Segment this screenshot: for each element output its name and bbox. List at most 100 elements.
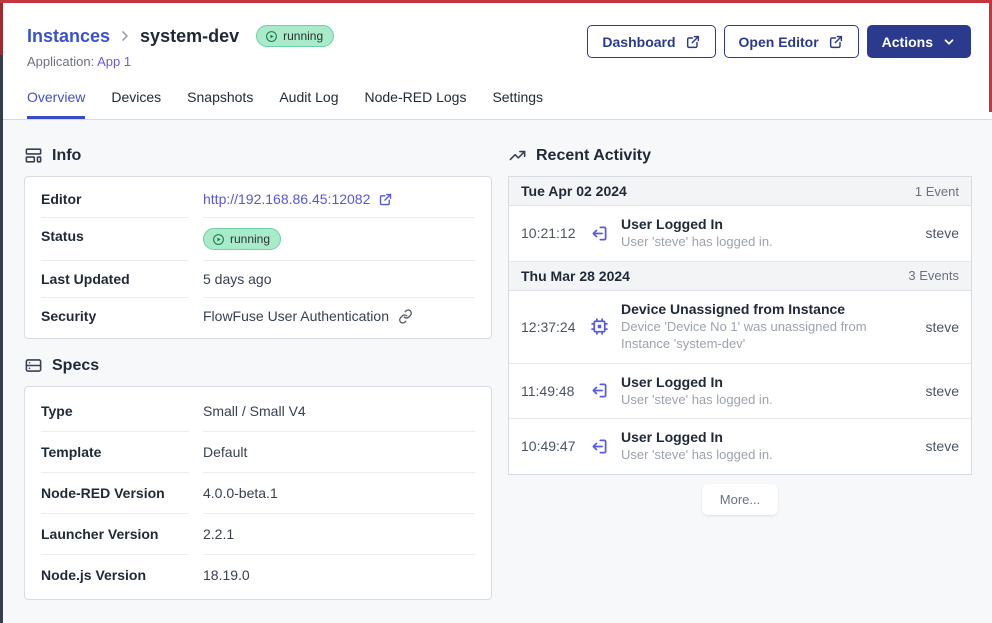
event-description: User 'steve' has logged in. <box>621 391 909 409</box>
tab-overview[interactable]: Overview <box>27 89 85 119</box>
status-badge: running <box>203 228 281 250</box>
open-editor-button-label: Open Editor <box>739 34 819 50</box>
external-link-icon <box>685 34 701 50</box>
actions-button-label: Actions <box>882 34 933 50</box>
login-icon <box>589 380 610 401</box>
specs-row-launcher-version: Launcher Version 2.2.1 <box>41 514 475 555</box>
specs-row-label: Template <box>41 432 189 473</box>
info-row-label: Status <box>41 218 189 261</box>
specs-row-template: Template Default <box>41 432 475 473</box>
status-badge-label: running <box>283 29 323 43</box>
activity-section-heading: Recent Activity <box>508 146 972 165</box>
last-updated-value: 5 days ago <box>203 271 272 287</box>
activity-date-header: Thu Mar 28 2024 3 Events <box>509 262 971 291</box>
tab-audit-log[interactable]: Audit Log <box>279 89 338 119</box>
event-title: User Logged In <box>621 429 909 445</box>
activity-panel: Tue Apr 02 2024 1 Event 10:21:12 User Lo… <box>508 176 972 475</box>
link-chain-icon <box>398 309 413 324</box>
specs-section-heading: Specs <box>24 356 492 375</box>
tab-devices[interactable]: Devices <box>111 89 161 119</box>
specs-row-label: Launcher Version <box>41 514 189 555</box>
event-title: User Logged In <box>621 216 909 232</box>
chevron-right-icon <box>117 28 133 44</box>
activity-event-count: 3 Events <box>908 268 959 283</box>
activity-event: 10:49:47 User Logged In User 'steve' has… <box>509 419 971 474</box>
screen-border-top <box>0 0 992 3</box>
login-icon <box>589 223 610 244</box>
event-time: 12:37:24 <box>521 319 578 335</box>
overview-content: Info Editor http://192.168.86.45:12082 <box>0 120 992 623</box>
activity-event: 10:21:12 User Logged In User 'steve' has… <box>509 206 971 262</box>
status-badge-label: running <box>230 232 270 246</box>
chip-icon <box>589 316 610 337</box>
info-section-heading: Info <box>24 146 492 165</box>
security-value: FlowFuse User Authentication <box>203 308 389 324</box>
specs-row-label: Node.js Version <box>41 555 189 595</box>
trending-up-icon <box>508 146 527 165</box>
info-row-security: Security FlowFuse User Authentication <box>41 298 475 334</box>
activity-date: Tue Apr 02 2024 <box>521 183 627 199</box>
application-link[interactable]: App 1 <box>97 54 131 69</box>
info-icon <box>24 146 43 165</box>
event-title: User Logged In <box>621 374 909 390</box>
dashboard-button-label: Dashboard <box>602 34 675 50</box>
breadcrumb-instances-link[interactable]: Instances <box>27 26 110 47</box>
dashboard-button[interactable]: Dashboard <box>587 25 715 58</box>
breadcrumb: Instances system-dev running <box>27 25 334 47</box>
specs-row-node-red-version: Node-RED Version 4.0.0-beta.1 <box>41 473 475 514</box>
event-user: steve <box>920 225 959 241</box>
info-row-last-updated: Last Updated 5 days ago <box>41 261 475 298</box>
specs-row-value: Small / Small V4 <box>203 403 306 419</box>
event-user: steve <box>920 438 959 454</box>
event-description: Device 'Device No 1' was unassigned from… <box>621 318 909 353</box>
editor-url-text: http://192.168.86.45:12082 <box>203 191 370 207</box>
specs-row-type: Type Small / Small V4 <box>41 391 475 432</box>
specs-section-title: Specs <box>52 357 99 375</box>
activity-section-title: Recent Activity <box>536 147 651 165</box>
activity-event: 11:49:48 User Logged In User 'steve' has… <box>509 364 971 420</box>
status-badge: running <box>256 25 334 47</box>
chevron-down-icon <box>942 35 956 49</box>
activity-event-count: 1 Event <box>915 184 959 199</box>
specs-row-value: Default <box>203 444 247 460</box>
actions-button[interactable]: Actions <box>867 25 971 58</box>
specs-row-value: 4.0.0-beta.1 <box>203 485 278 501</box>
server-icon <box>24 356 43 375</box>
tab-node-red-logs[interactable]: Node-RED Logs <box>365 89 467 119</box>
info-row-status: Status running <box>41 218 475 261</box>
specs-row-value: 18.19.0 <box>203 567 250 583</box>
info-row-editor: Editor http://192.168.86.45:12082 <box>41 181 475 218</box>
play-circle-icon <box>265 30 278 43</box>
event-time: 10:49:47 <box>521 438 578 454</box>
info-card: Editor http://192.168.86.45:12082 Status <box>24 176 492 339</box>
application-label: Application: <box>27 54 94 69</box>
instance-tabs: Overview Devices Snapshots Audit Log Nod… <box>27 89 971 119</box>
application-line: Application: App 1 <box>27 54 334 69</box>
external-link-icon <box>378 192 393 207</box>
page-header: Instances system-dev running Application… <box>0 0 992 120</box>
event-user: steve <box>920 383 959 399</box>
info-row-label: Last Updated <box>41 261 189 298</box>
activity-date-header: Tue Apr 02 2024 1 Event <box>509 177 971 206</box>
specs-card: Type Small / Small V4 Template Default N… <box>24 386 492 600</box>
info-row-label: Editor <box>41 181 189 218</box>
event-description: User 'steve' has logged in. <box>621 446 909 464</box>
activity-date: Thu Mar 28 2024 <box>521 268 630 284</box>
specs-row-nodejs-version: Node.js Version 18.19.0 <box>41 555 475 595</box>
play-circle-icon <box>212 233 225 246</box>
event-time: 10:21:12 <box>521 225 578 241</box>
open-editor-button[interactable]: Open Editor <box>724 25 859 58</box>
event-user: steve <box>920 319 959 335</box>
screen-border-left <box>0 0 3 623</box>
editor-url-link[interactable]: http://192.168.86.45:12082 <box>203 191 393 207</box>
specs-row-value: 2.2.1 <box>203 526 234 542</box>
tab-snapshots[interactable]: Snapshots <box>187 89 253 119</box>
login-icon <box>589 436 610 457</box>
info-row-label: Security <box>41 298 189 334</box>
instance-name: system-dev <box>140 26 239 47</box>
specs-row-label: Node-RED Version <box>41 473 189 514</box>
more-button[interactable]: More... <box>702 484 778 515</box>
tab-settings[interactable]: Settings <box>492 89 543 119</box>
event-title: Device Unassigned from Instance <box>621 301 909 317</box>
header-actions: Dashboard Open Editor Actions <box>587 25 971 58</box>
